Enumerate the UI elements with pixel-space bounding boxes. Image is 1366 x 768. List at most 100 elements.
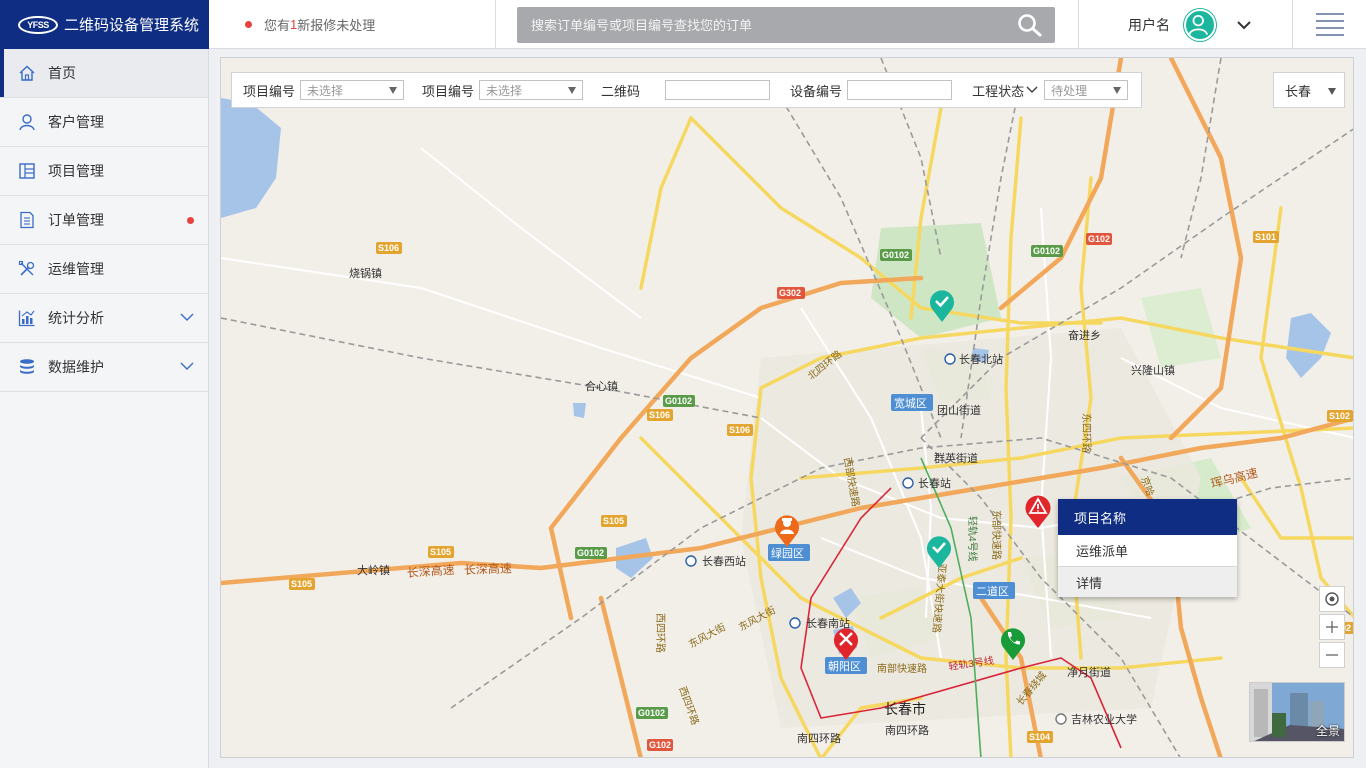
sidebar-item-projects[interactable]: 项目管理 [0, 147, 208, 196]
select-value: 未选择 [307, 83, 344, 98]
dropdown-arrow-icon [568, 87, 577, 94]
sidebar-item-customers[interactable]: 客户管理 [0, 98, 208, 147]
completed-marker-icon[interactable] [928, 287, 956, 323]
map-label: 南部快速路 [877, 662, 927, 675]
map-label: 烧锅镇 [349, 266, 382, 280]
map-label: 群英街道 [934, 451, 978, 465]
device-number-input[interactable] [847, 80, 953, 100]
completed-marker-icon[interactable] [925, 533, 953, 569]
qrcode-input[interactable] [665, 80, 771, 100]
road-shield: S106 [649, 410, 670, 420]
project-status-label[interactable]: 工程状态 [972, 81, 1024, 100]
map-label: 净月街道 [1067, 665, 1111, 679]
sidebar: 首页 客户管理 项目管理 订单管理 运维管理 统计分析 数据维护 [0, 49, 209, 768]
station-icon [944, 353, 956, 365]
username: 用户名 [1128, 16, 1170, 33]
project-status-select[interactable]: 待处理 [1044, 80, 1129, 100]
notice-prefix: 您有 [264, 18, 291, 33]
qrcode-label: 二维码 [601, 83, 641, 99]
map-label: 团山街道 [937, 403, 981, 417]
district-label: 二道区 [976, 584, 1009, 598]
map-city-label: 长春市 [884, 701, 926, 717]
avatar[interactable] [1184, 8, 1216, 41]
road-shield: G102 [649, 740, 671, 750]
map-label: 轻轨4号线 [966, 516, 979, 562]
sidebar-item-statistics[interactable]: 统计分析 [0, 294, 208, 343]
chevron-down-icon [180, 313, 194, 321]
repair-marker-icon[interactable] [832, 625, 860, 661]
select-value: 未选择 [486, 83, 523, 98]
road-shield: G0102 [577, 548, 604, 558]
project-number-select-2[interactable]: 未选择 [479, 80, 584, 100]
header-divider [1078, 0, 1079, 49]
road-shield: S105 [291, 579, 312, 589]
city-map[interactable]: 烧锅镇 合心镇 大岭镇 长春北站 团山街道 群英街道 长春站 长春西站 长春南站… [221, 58, 1354, 758]
road-shield: S106 [378, 243, 399, 253]
select-value: 待处理 [1051, 83, 1088, 98]
user-menu[interactable]: 用户名 [1128, 0, 1252, 49]
tools-icon [18, 260, 35, 276]
locate-button[interactable] [1319, 586, 1345, 612]
phone-marker-icon[interactable] [999, 625, 1027, 661]
panorama-thumbnail[interactable]: 全景 [1249, 682, 1345, 742]
station-icon [685, 555, 697, 567]
map-label: 长春西站 [702, 554, 746, 568]
map-label: 南四环路 [797, 732, 841, 745]
sidebar-item-maintenance[interactable]: 运维管理 [0, 245, 208, 294]
warning-marker-icon[interactable] [1024, 493, 1052, 529]
sidebar-item-label: 统计分析 [48, 310, 104, 326]
map-label: 合心镇 [585, 379, 618, 393]
city-select[interactable]: 长春 [1273, 72, 1345, 108]
sidebar-item-label: 客户管理 [48, 114, 104, 130]
sidebar-item-orders[interactable]: 订单管理 [0, 196, 208, 245]
map-label: 长深高速 [464, 560, 513, 577]
sidebar-item-data-maintenance[interactable]: 数据维护 [0, 343, 208, 392]
road-shield: S101 [1255, 232, 1276, 242]
road-shield: S104 [1029, 732, 1050, 742]
chevron-down-icon [180, 362, 194, 370]
city-value: 长春 [1285, 83, 1312, 99]
brand[interactable]: YFSS 二维码设备管理系统 [0, 0, 209, 49]
panorama-label: 全景 [1315, 724, 1340, 738]
map-label: 大岭镇 [357, 563, 390, 577]
district-label: 朝阳区 [828, 660, 861, 673]
district-label: 绿园区 [771, 546, 804, 560]
project-number-select[interactable]: 未选择 [300, 80, 405, 100]
map-label: 东部快速路 [990, 510, 1003, 560]
map-label: 长春站 [918, 476, 951, 490]
district-label: 宽城区 [894, 396, 927, 410]
sidebar-item-label: 数据维护 [48, 359, 104, 375]
university-icon [1055, 713, 1067, 725]
hamburger-menu-icon[interactable] [1316, 12, 1344, 38]
project-popup: 项目名称 运维派单 详情 [1058, 499, 1237, 597]
logo: YFSS [18, 15, 58, 34]
map-label: 长春北站 [959, 352, 1003, 366]
map-panel: 烧锅镇 合心镇 大岭镇 长春北站 团山街道 群英街道 长春站 长春西站 长春南站… [220, 57, 1354, 758]
project-number-label: 项目编号 [422, 83, 475, 99]
road-shield: G0102 [665, 396, 692, 406]
user-avatar-icon [1188, 14, 1208, 35]
chevron-down-icon[interactable] [1026, 86, 1038, 94]
road-shield: S106 [729, 425, 750, 435]
dispatch-order-button[interactable]: 运维派单 [1058, 535, 1237, 566]
details-button[interactable]: 详情 [1058, 566, 1237, 597]
chevron-down-icon[interactable] [1236, 20, 1252, 30]
notice-suffix: 新报修未处理 [297, 18, 376, 33]
popup-title: 项目名称 [1058, 499, 1237, 535]
road-shield: G102 [1088, 234, 1110, 244]
project-icon [19, 163, 35, 179]
dropdown-arrow-icon [389, 87, 398, 94]
repair-notice[interactable]: 您有 1 新报修未处理 [245, 0, 375, 49]
search-icon[interactable] [1017, 13, 1043, 37]
zoom-in-button[interactable] [1319, 614, 1345, 640]
zoom-out-button[interactable] [1319, 642, 1345, 668]
road-shield: S105 [603, 516, 624, 526]
sidebar-item-home[interactable]: 首页 [0, 49, 208, 98]
user-icon [19, 114, 35, 131]
search-input[interactable] [517, 7, 997, 43]
notice-dot-icon [245, 21, 252, 28]
locate-icon [1325, 592, 1339, 606]
worker-marker-icon[interactable] [773, 512, 801, 548]
map-label: 东四环路 [1080, 413, 1093, 453]
minus-icon [1326, 654, 1338, 656]
